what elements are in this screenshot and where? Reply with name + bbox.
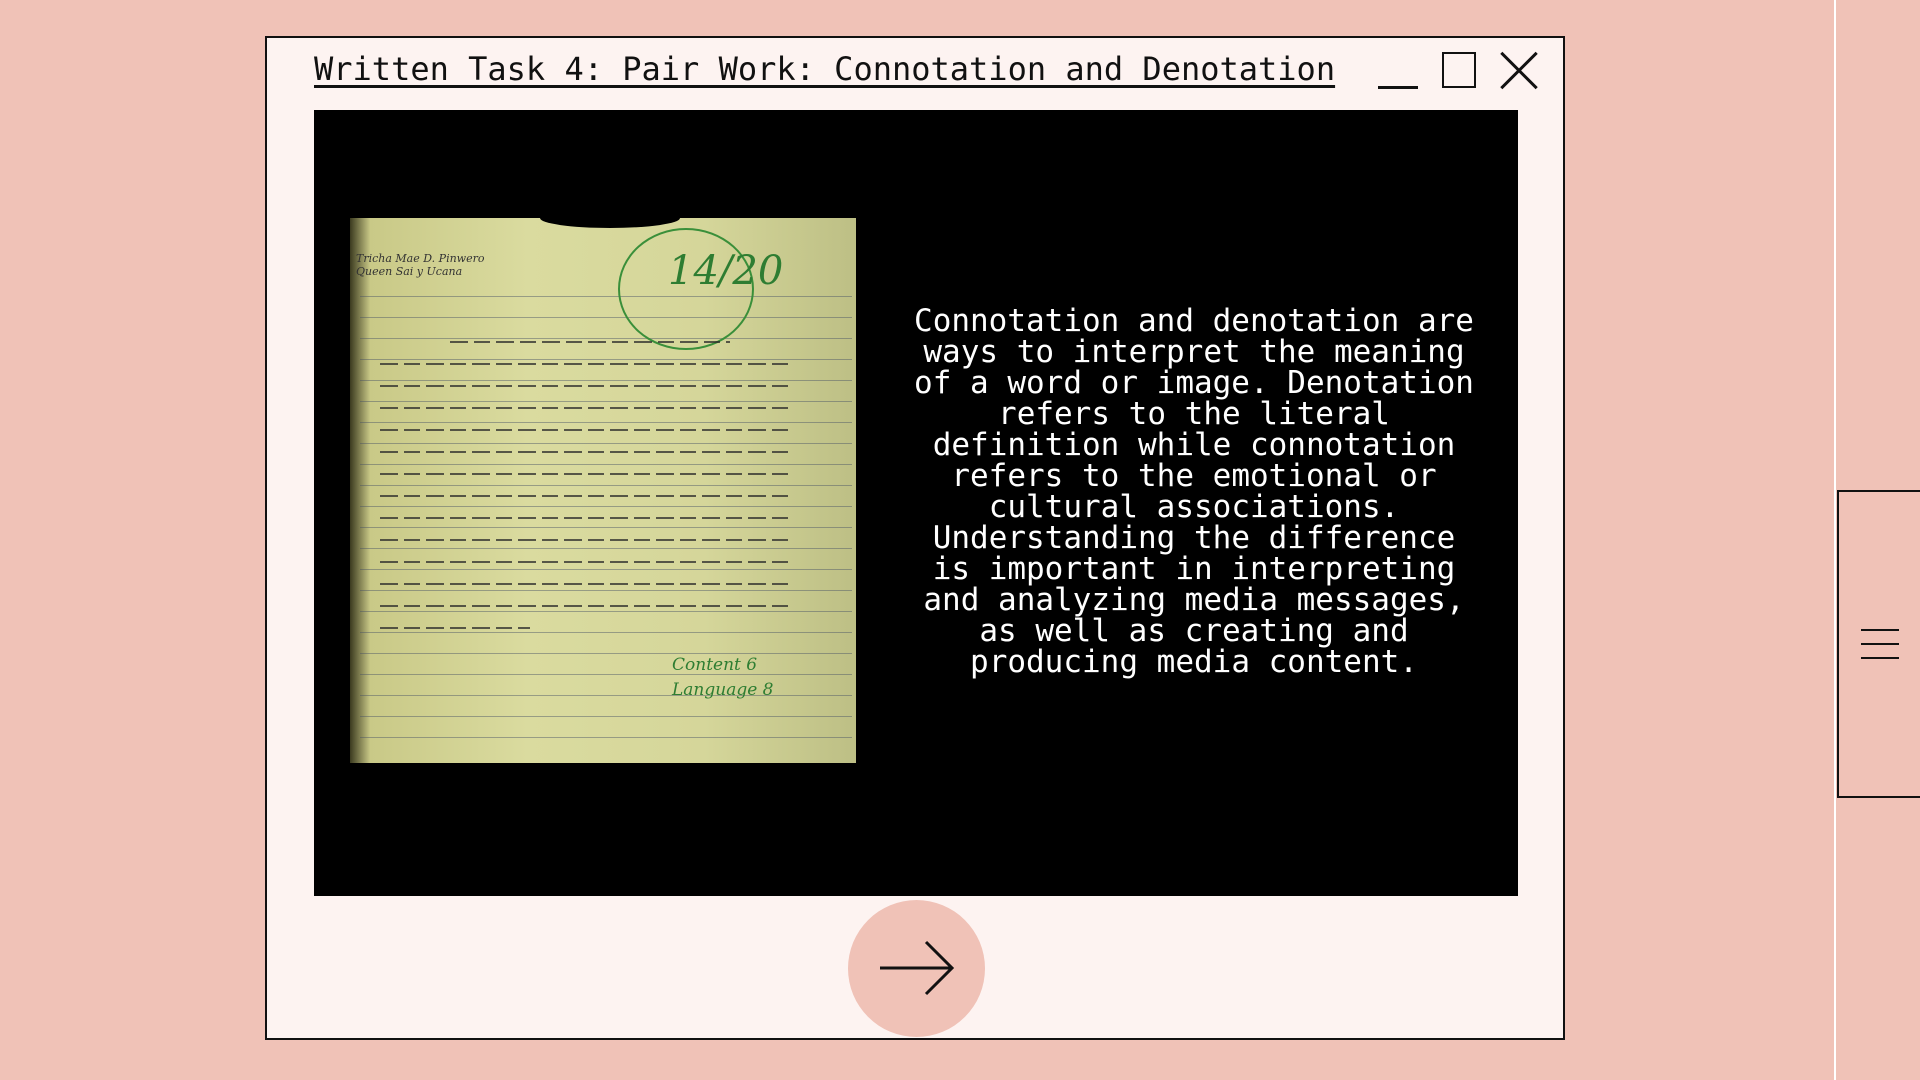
essay-header-lines: Tricha Mae D. Pinwero Queen Sai y Ucana — [356, 252, 485, 278]
handwriting-line — [450, 341, 730, 343]
handwriting-line — [380, 583, 790, 585]
handwriting-line — [380, 539, 790, 541]
content-panel: Tricha Mae D. Pinwero Queen Sai y Ucana … — [314, 110, 1518, 896]
handwriting-line — [380, 561, 790, 563]
handwritten-essay-photo: Tricha Mae D. Pinwero Queen Sai y Ucana … — [350, 218, 856, 763]
maximize-icon[interactable] — [1442, 52, 1476, 88]
handwriting-line — [380, 473, 790, 475]
paper-tear — [540, 218, 680, 228]
handwriting-line — [380, 429, 790, 431]
window-title: Written Task 4: Pair Work: Connotation a… — [314, 50, 1336, 88]
minimize-icon[interactable] — [1378, 52, 1418, 92]
side-menu-tab[interactable] — [1837, 490, 1920, 798]
handwriting-line — [380, 363, 790, 365]
handwriting-line — [380, 605, 790, 607]
hamburger-menu-icon — [1860, 629, 1899, 659]
handwriting-line — [380, 495, 790, 497]
close-icon[interactable] — [1498, 50, 1540, 92]
handwriting-line — [380, 627, 530, 629]
page-divider-line — [1834, 0, 1836, 1080]
handwriting-line — [380, 407, 790, 409]
description-text: Connotation and denotation are ways to i… — [914, 303, 1474, 680]
language-grade: Language 8 — [672, 680, 774, 700]
task-window: Written Task 4: Pair Work: Connotation a… — [265, 36, 1565, 1040]
content-grade: Content 6 — [672, 655, 758, 675]
paper-ruled-lines — [360, 276, 852, 743]
essay-score: 14/20 — [668, 248, 784, 294]
handwriting-line — [380, 385, 790, 387]
next-button[interactable] — [848, 900, 985, 1037]
arrow-right-icon — [880, 940, 955, 996]
handwriting-line — [380, 451, 790, 453]
handwriting-line — [380, 517, 790, 519]
